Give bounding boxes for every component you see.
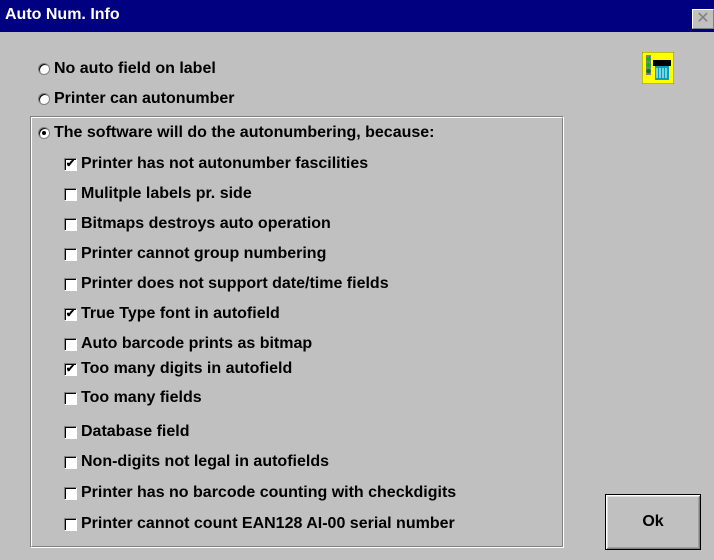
checkbox-box[interactable]: ✔	[64, 307, 77, 321]
reason-label: Printer cannot group numbering	[81, 245, 327, 262]
reason-label: Auto barcode prints as bitmap	[81, 335, 313, 352]
title-bar: Auto Num. Info	[0, 0, 714, 32]
checkbox-box[interactable]	[64, 391, 77, 405]
reason-checkbox[interactable]: ✔ Too many digits in autofield	[64, 358, 292, 380]
checkbox-box[interactable]	[64, 517, 77, 531]
radio-label: Printer can autonumber	[54, 90, 235, 107]
checkbox-box[interactable]	[64, 486, 77, 500]
checkbox-box[interactable]: ✔	[64, 157, 77, 171]
checkbox-box[interactable]	[64, 247, 77, 261]
reason-label: Too many digits in autofield	[81, 360, 293, 377]
radio-indicator[interactable]	[38, 63, 50, 75]
reason-checkbox[interactable]: ✔ Printer has not autonumber fascilities	[64, 153, 368, 175]
radio-software-autonumber[interactable]: The software will do the autonumbering, …	[38, 122, 435, 144]
reason-label: True Type font in autofield	[81, 305, 280, 322]
checkbox-box[interactable]: ✔	[64, 362, 77, 376]
radio-indicator[interactable]	[38, 93, 50, 105]
reason-checkbox[interactable]: Database field	[64, 421, 189, 443]
checkbox-box[interactable]	[64, 337, 77, 351]
reason-checkbox[interactable]: Bitmaps destroys auto operation	[64, 213, 331, 235]
check-mark-icon: ✔	[65, 307, 76, 320]
checkbox-box[interactable]	[64, 187, 77, 201]
reason-label: Database field	[81, 423, 190, 440]
radio-printer-can-autonumber[interactable]: Printer can autonumber	[38, 88, 234, 110]
reason-checkbox[interactable]: Printer does not support date/time field…	[64, 273, 389, 295]
window-title: Auto Num. Info	[5, 6, 120, 23]
close-button[interactable]: ✕	[692, 9, 714, 29]
radio-label: The software will do the autonumbering, …	[54, 124, 435, 141]
reason-checkbox[interactable]: ✔ True Type font in autofield	[64, 303, 280, 325]
reason-checkbox[interactable]: Printer cannot count EAN128 AI-00 serial…	[64, 513, 455, 535]
check-mark-icon: ✔	[65, 157, 76, 170]
reason-label: Printer has not autonumber fascilities	[81, 155, 369, 172]
checkbox-box[interactable]	[64, 217, 77, 231]
reason-label: Non-digits not legal in autofields	[81, 453, 329, 470]
reason-label: Printer has no barcode counting with che…	[81, 484, 457, 501]
reason-label: Too many fields	[81, 389, 202, 406]
reason-label: Bitmaps destroys auto operation	[81, 215, 331, 232]
reason-label: Printer does not support date/time field…	[81, 275, 389, 292]
reason-checkbox[interactable]: Printer cannot group numbering	[64, 243, 326, 265]
radio-label: No auto field on label	[54, 60, 216, 77]
check-mark-icon: ✔	[65, 362, 76, 375]
ok-button[interactable]: Ok	[605, 494, 701, 550]
reason-checkbox[interactable]: Too many fields	[64, 387, 202, 409]
reason-label: Mulitple labels pr. side	[81, 185, 252, 202]
radio-no-auto-field[interactable]: No auto field on label	[38, 58, 216, 80]
reason-checkbox[interactable]: Mulitple labels pr. side	[64, 183, 252, 205]
radio-indicator[interactable]	[38, 127, 50, 139]
checkbox-box[interactable]	[64, 425, 77, 439]
reason-checkbox[interactable]: Auto barcode prints as bitmap	[64, 333, 312, 355]
printer-icon	[641, 51, 675, 85]
reason-checkbox[interactable]: Non-digits not legal in autofields	[64, 451, 329, 473]
reason-checkbox[interactable]: Printer has no barcode counting with che…	[64, 482, 456, 504]
checkbox-box[interactable]	[64, 455, 77, 469]
checkbox-box[interactable]	[64, 277, 77, 291]
reason-label: Printer cannot count EAN128 AI-00 serial…	[81, 515, 455, 532]
